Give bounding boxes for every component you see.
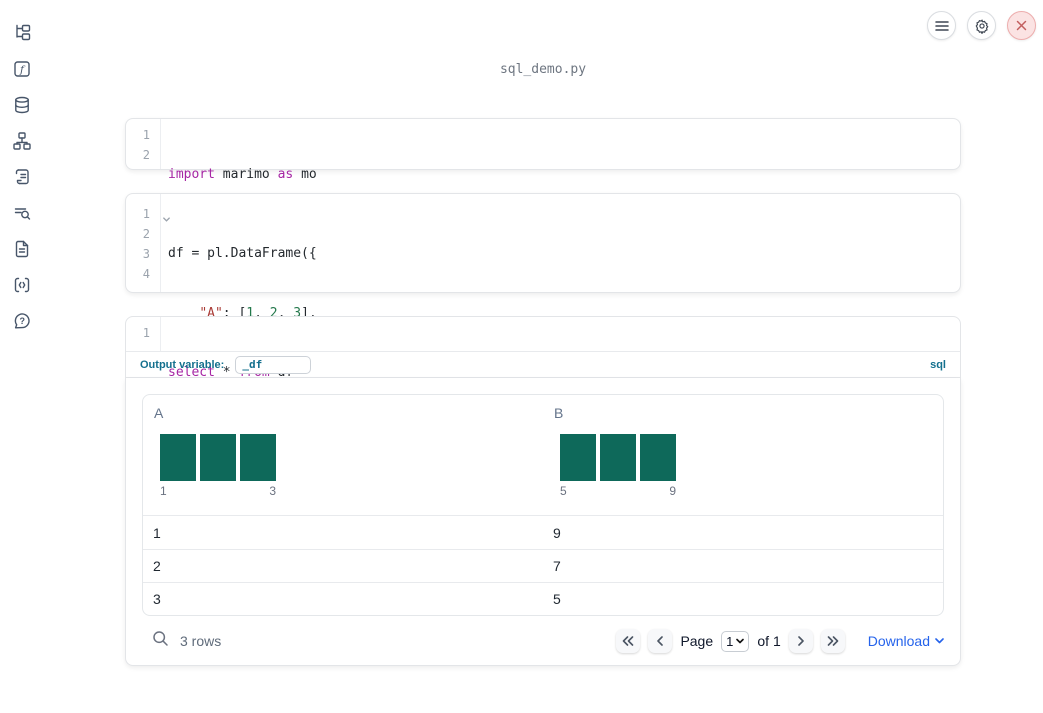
table-cell: 9 xyxy=(553,524,561,541)
code-cell-dataframe[interactable]: 1 2 3 4 df = pl.DataFrame({ "A": [1, 2, … xyxy=(125,193,961,441)
database-icon[interactable] xyxy=(12,95,32,115)
table-cell: 5 xyxy=(553,591,561,607)
page-total-label: of 1 xyxy=(757,633,781,649)
line-number: 2 xyxy=(142,148,150,162)
column-name: B xyxy=(554,405,564,421)
code-line: df = pl.DataFrame({ xyxy=(168,244,960,264)
output-variable-input[interactable] xyxy=(235,355,312,374)
page-select[interactable]: 1 xyxy=(721,630,750,652)
code-token: mo xyxy=(293,167,317,182)
line-number-gutter: 1 2 xyxy=(126,119,161,169)
column-header-a[interactable]: A 1 3 xyxy=(143,395,543,515)
table-row[interactable]: 3 5 xyxy=(143,582,943,615)
table-row[interactable]: 2 7 xyxy=(143,549,943,582)
line-number-gutter: 1 2 3 4 xyxy=(126,194,161,292)
gear-icon[interactable] xyxy=(967,11,996,40)
line-number: 3 xyxy=(142,247,150,261)
table-header: A 1 3 B 5 9 xyxy=(143,395,943,516)
list-search-icon[interactable] xyxy=(12,203,32,223)
line-number: 2 xyxy=(142,227,150,241)
histogram-max-label: 3 xyxy=(269,484,276,498)
output-variable-label: Output variable: xyxy=(140,358,225,371)
file-tree-icon[interactable] xyxy=(12,23,32,43)
histogram-bar xyxy=(200,434,236,481)
table-cell: 3 xyxy=(153,591,161,607)
code-line: import marimo as mo xyxy=(168,165,960,185)
code-editor[interactable]: df = pl.DataFrame({ "A": [1, 2, 3], "B":… xyxy=(161,194,960,441)
sql-cell-footer: Output variable: sql xyxy=(126,351,960,377)
svg-text:f: f xyxy=(19,64,26,76)
histogram-bar xyxy=(160,434,196,481)
column-histogram: 5 9 xyxy=(560,434,676,498)
notebook-area: sql_demo.py 1 2 import marimo as mo impo… xyxy=(125,0,961,713)
page-title: sql_demo.py xyxy=(499,62,587,77)
column-name: A xyxy=(154,405,164,421)
language-badge: sql xyxy=(930,358,946,371)
previous-page-button[interactable] xyxy=(648,629,673,653)
last-page-button[interactable] xyxy=(820,629,845,653)
table-cell: 1 xyxy=(153,524,161,541)
histogram-bar xyxy=(600,434,636,481)
line-number: 1 xyxy=(142,128,150,142)
dependency-graph-icon[interactable] xyxy=(12,131,32,151)
table-cell: 2 xyxy=(153,558,161,574)
sidebar: f ? xyxy=(0,0,44,713)
code-token: as xyxy=(277,167,294,182)
line-number: 1 xyxy=(142,207,150,221)
histogram-max-label: 9 xyxy=(669,484,676,498)
code-cell-sql[interactable]: 1 select * from df Output variable: sql xyxy=(125,316,961,380)
close-icon[interactable] xyxy=(1007,11,1036,40)
column-header-b[interactable]: B 5 9 xyxy=(543,395,943,515)
column-histogram: 1 3 xyxy=(160,434,276,498)
next-page-button[interactable] xyxy=(788,629,813,653)
search-icon[interactable] xyxy=(152,630,169,652)
code-token: df = pl.DataFrame({ xyxy=(168,246,317,261)
code-token: marimo xyxy=(214,167,278,182)
svg-text:?: ? xyxy=(19,316,25,326)
function-icon[interactable]: f xyxy=(12,59,32,79)
page-label: Page xyxy=(680,633,714,649)
histogram-min-label: 1 xyxy=(160,484,167,498)
pagination: Page 1 of 1 Download xyxy=(616,629,944,653)
code-editor[interactable]: import marimo as mo import polars as pl xyxy=(161,119,960,242)
line-number: 1 xyxy=(142,326,150,340)
row-count: 3 rows xyxy=(180,633,222,649)
histogram-bar xyxy=(560,434,596,481)
scratchpad-icon[interactable] xyxy=(12,167,32,187)
page-select-value: 1 xyxy=(726,633,734,649)
histogram-min-label: 5 xyxy=(560,484,567,498)
chevron-down-icon xyxy=(935,638,944,644)
table-footer: 3 rows Page 1 of 1 Download xyxy=(142,616,944,666)
line-number-gutter: 1 xyxy=(126,317,161,351)
first-page-button[interactable] xyxy=(616,629,641,653)
help-icon[interactable]: ? xyxy=(12,311,32,331)
histogram-bar xyxy=(640,434,676,481)
code-cell-imports[interactable]: 1 2 import marimo as mo import polars as… xyxy=(125,118,961,242)
histogram-bar xyxy=(240,434,276,481)
download-label: Download xyxy=(867,633,930,649)
code-editor[interactable]: select * from df xyxy=(161,317,960,380)
line-number: 4 xyxy=(142,267,150,281)
chevron-down-icon[interactable] xyxy=(162,211,171,229)
download-button[interactable]: Download xyxy=(868,633,944,649)
document-icon[interactable] xyxy=(12,239,32,259)
table-row[interactable]: 1 9 xyxy=(143,516,943,549)
sql-output-panel: A 1 3 B 5 9 1 9 2 7 3 5 3 rows Page 1 of… xyxy=(125,378,961,666)
table-cell: 7 xyxy=(553,558,561,574)
dataframe-table: A 1 3 B 5 9 1 9 2 7 3 5 xyxy=(142,394,944,616)
code-token: import xyxy=(168,167,215,182)
snippets-icon[interactable] xyxy=(12,275,32,295)
